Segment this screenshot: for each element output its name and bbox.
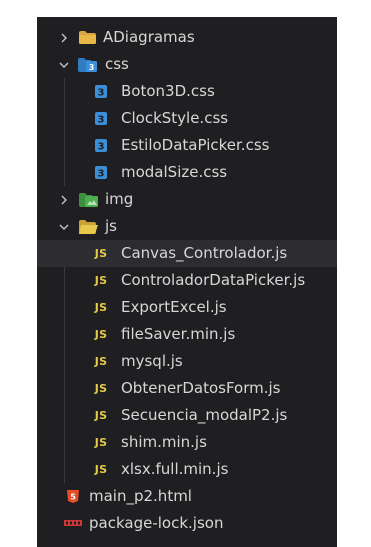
tree-item-xlsx-full-min-js[interactable]: JS xlsx.full.min.js <box>37 456 337 483</box>
tree-item-modalsize-css[interactable]: 3 modalSize.css <box>37 159 337 186</box>
tree-item-boton3d-css[interactable]: 3 Boton3D.css <box>37 78 337 105</box>
tree-item-shim-min-js[interactable]: JS shim.min.js <box>37 429 337 456</box>
tree-item-label: main_p2.html <box>89 487 192 505</box>
tree-item-label: fileSaver.min.js <box>121 325 236 343</box>
svg-text:3: 3 <box>98 142 105 153</box>
js-folder-icon <box>78 219 98 235</box>
tree-item-label: css <box>105 55 129 73</box>
chevron-right-icon[interactable] <box>57 193 71 207</box>
tree-item-label: package-lock.json <box>89 514 224 532</box>
folder-icon <box>78 30 96 46</box>
js-file-icon: JS <box>94 409 108 422</box>
js-file-icon: JS <box>94 274 108 287</box>
tree-item-adiagramas-folder[interactable]: ADiagramas <box>37 24 337 51</box>
tree-item-package-lock-json[interactable]: package-lock.json <box>37 510 337 537</box>
html-file-icon: 5 <box>66 489 80 505</box>
tree-item-label: ClockStyle.css <box>121 109 229 127</box>
js-file-icon: JS <box>94 382 108 395</box>
tree-item-label: ObtenerDatosForm.js <box>121 379 281 397</box>
tree-item-label: EstiloDataPicker.css <box>121 136 270 154</box>
npm-file-icon <box>64 516 82 532</box>
css-file-icon: 3 <box>94 165 108 181</box>
tree-item-clockstyle-css[interactable]: 3 ClockStyle.css <box>37 105 337 132</box>
css-folder-icon: 3 <box>78 57 98 73</box>
tree-item-label: shim.min.js <box>121 433 207 451</box>
js-file-icon: JS <box>94 436 108 449</box>
svg-text:3: 3 <box>98 169 105 180</box>
tree-item-img-folder[interactable]: img <box>37 186 337 213</box>
tree-item-label: img <box>105 190 134 208</box>
svg-text:3: 3 <box>98 88 105 99</box>
tree-item-main-p2-html[interactable]: 5 main_p2.html <box>37 483 337 510</box>
tree-item-label: ExportExcel.js <box>121 298 227 316</box>
tree-item-label: ControladorDataPicker.js <box>121 271 306 289</box>
svg-text:5: 5 <box>70 493 76 502</box>
css-file-icon: 3 <box>94 138 108 154</box>
tree-item-label: Boton3D.css <box>121 82 215 100</box>
svg-text:3: 3 <box>89 63 95 72</box>
tree-item-exportexcel-js[interactable]: JS ExportExcel.js <box>37 294 337 321</box>
tree-item-estilodatapicker-css[interactable]: 3 EstiloDataPicker.css <box>37 132 337 159</box>
css-file-icon: 3 <box>94 111 108 127</box>
tree-item-css-folder[interactable]: 3 css <box>37 51 337 78</box>
tree-item-label: Secuencia_modalP2.js <box>121 406 288 424</box>
js-file-icon: JS <box>94 301 108 314</box>
css-file-icon: 3 <box>94 84 108 100</box>
js-file-icon: JS <box>94 463 108 476</box>
svg-text:3: 3 <box>98 115 105 126</box>
tree-item-obtenerdatosform-js[interactable]: JS ObtenerDatosForm.js <box>37 375 337 402</box>
tree-item-label: js <box>105 217 117 235</box>
js-file-icon: JS <box>94 355 108 368</box>
tree-item-label: Canvas_Controlador.js <box>121 244 288 262</box>
tree-item-js-folder[interactable]: js <box>37 213 337 240</box>
tree-item-filesaver-min-js[interactable]: JS fileSaver.min.js <box>37 321 337 348</box>
tree-item-label: xlsx.full.min.js <box>121 460 229 478</box>
chevron-right-icon[interactable] <box>57 31 71 45</box>
tree-item-canvas-controlador-js[interactable]: JS Canvas_Controlador.js <box>37 240 337 267</box>
chevron-down-icon[interactable] <box>57 58 71 72</box>
tree-item-secuencia-modalp2-js[interactable]: JS Secuencia_modalP2.js <box>37 402 337 429</box>
tree-item-mysql-js[interactable]: JS mysql.js <box>37 348 337 375</box>
tree-item-label: mysql.js <box>121 352 183 370</box>
image-folder-icon <box>78 192 98 208</box>
chevron-down-icon[interactable] <box>57 220 71 234</box>
tree-item-label: ADiagramas <box>103 28 195 46</box>
tree-item-label: modalSize.css <box>121 163 228 181</box>
file-tree: ADiagramas 3 css 3 Boton3D.css 3 ClockSt… <box>37 24 337 537</box>
js-file-icon: JS <box>94 328 108 341</box>
js-file-icon: JS <box>94 247 108 260</box>
tree-item-controladordatapicker-js[interactable]: JS ControladorDataPicker.js <box>37 267 337 294</box>
file-explorer-panel: ADiagramas 3 css 3 Boton3D.css 3 ClockSt… <box>37 17 337 547</box>
